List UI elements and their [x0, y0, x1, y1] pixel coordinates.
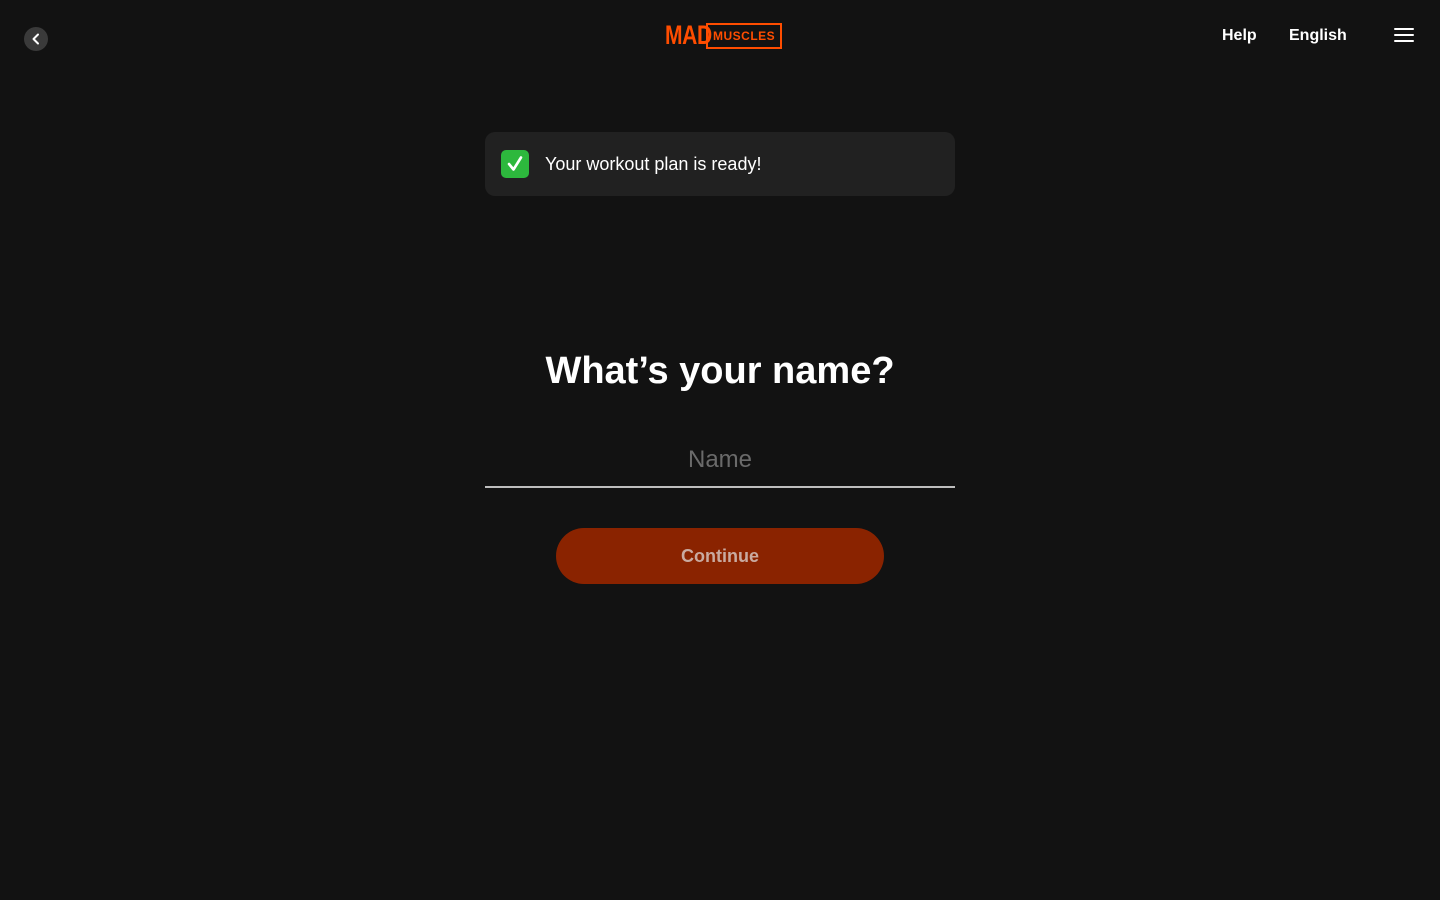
- language-selector[interactable]: English: [1289, 26, 1347, 46]
- plan-ready-notice: Your workout plan is ready!: [485, 132, 955, 196]
- page-title: What’s your name?: [545, 350, 895, 392]
- logo-muscles-text: MUSCLES: [706, 22, 783, 49]
- page: MAD MUSCLES Help English Your workout pl…: [0, 0, 1440, 900]
- logo-mad-text: MAD: [665, 20, 712, 50]
- back-button[interactable]: [24, 27, 48, 51]
- name-field-container: [485, 436, 955, 488]
- continue-button[interactable]: Continue: [556, 528, 884, 584]
- chevron-left-icon: [32, 33, 39, 45]
- notice-text: Your workout plan is ready!: [545, 153, 762, 174]
- mad-muscles-logo[interactable]: MAD MUSCLES: [665, 20, 783, 50]
- help-link[interactable]: Help: [1222, 26, 1257, 46]
- check-mark-icon: [501, 150, 529, 178]
- hamburger-menu-icon[interactable]: [1394, 28, 1414, 44]
- name-input[interactable]: [485, 436, 955, 484]
